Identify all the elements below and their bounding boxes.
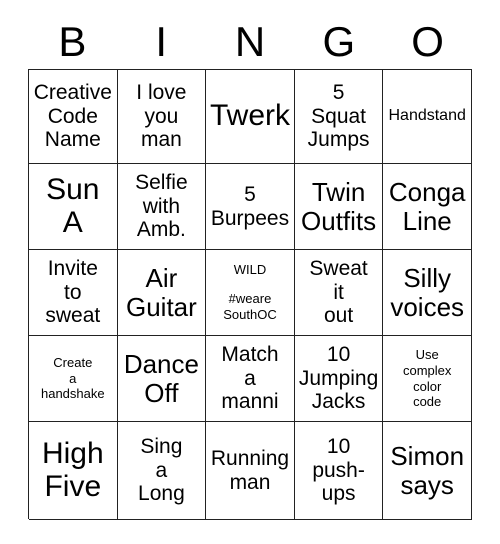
header-letter-i: I <box>155 17 168 65</box>
bingo-grid: Creative Code Name I love you man Twerk 5 S… <box>28 69 472 520</box>
bingo-cell[interactable]: Sweat it out <box>294 250 384 336</box>
bingo-cell-text: Handstand <box>388 107 466 125</box>
bingo-cell-text: High Five <box>41 437 104 503</box>
bingo-cell[interactable]: Twin Outfits <box>294 164 384 250</box>
bingo-cell[interactable]: High Five <box>29 422 118 520</box>
header-letter-b: B <box>58 17 87 65</box>
bingo-cell[interactable]: Selfie with Amb. <box>117 164 207 250</box>
bingo-cell-text: 10 Jumping Jacks <box>298 342 379 414</box>
bingo-header: B I N G O <box>28 14 472 69</box>
bingo-cell-text: I love you man <box>136 80 187 152</box>
bingo-cell[interactable]: Twerk <box>206 70 295 164</box>
bingo-cell[interactable]: Running man <box>206 422 295 520</box>
bingo-cell[interactable]: Air Guitar <box>117 250 207 336</box>
bingo-cell-text: Selfie with Amb. <box>135 170 188 242</box>
bingo-cell[interactable]: 10 Jumping Jacks <box>294 336 384 422</box>
bingo-cell[interactable]: Conga Line <box>383 164 472 250</box>
bingo-cell[interactable]: Invite to sweat <box>29 250 118 336</box>
bingo-cell-text: 5 Burpees <box>210 182 290 230</box>
bingo-cell-text: WILD #weare SouthOC <box>206 262 294 324</box>
bingo-cell-text: Air Guitar <box>125 262 197 322</box>
bingo-cell[interactable]: 5 Squat Jumps <box>294 70 384 164</box>
bingo-cell-text: 5 Squat Jumps <box>307 80 370 152</box>
wild-label: WILD <box>233 261 267 277</box>
bingo-cell-text: Sweat it out <box>309 256 368 328</box>
bingo-cell-text: Creative Code Name <box>33 80 112 152</box>
bingo-cell-text: Use complex color code <box>402 346 452 410</box>
bingo-cell[interactable]: 10 push- ups <box>294 422 384 520</box>
bingo-cell-text: Create a handshake <box>40 354 105 402</box>
bingo-cell-text: 10 push- ups <box>312 434 365 506</box>
bingo-cell[interactable]: Create a handshake <box>29 336 118 422</box>
header-letter-g: G <box>322 17 356 65</box>
bingo-cell[interactable]: Match a manni <box>206 336 295 422</box>
bingo-cell[interactable]: I love you man <box>117 70 207 164</box>
bingo-cell-text: Sun A <box>46 173 100 239</box>
bingo-cell-text: Twin Outfits <box>301 176 377 236</box>
bingo-cell-text: Invite to sweat <box>45 256 101 328</box>
bingo-cell[interactable]: Silly voices <box>383 250 472 336</box>
bingo-card: B I N G O Creative Code Name I love you m… <box>0 0 500 544</box>
bingo-cell[interactable]: Sun A <box>29 164 118 250</box>
bingo-cell-text: Running man <box>210 446 290 494</box>
bingo-cell[interactable]: Handstand <box>383 70 472 164</box>
wild-hashtag: #weare SouthOC <box>223 290 277 323</box>
bingo-cell-text: Match a manni <box>221 342 279 414</box>
bingo-cell-text: Simon says <box>390 440 465 500</box>
bingo-cell-text: Silly voices <box>390 262 465 322</box>
bingo-cell-text: Sing a Long <box>138 434 185 506</box>
bingo-cell-wild[interactable]: WILD #weare SouthOC <box>206 250 295 336</box>
bingo-cell[interactable]: 5 Burpees <box>206 164 295 250</box>
header-letter-n: N <box>234 17 266 65</box>
bingo-cell-text: Conga Line <box>388 176 466 236</box>
bingo-cell[interactable]: Simon says <box>383 422 472 520</box>
bingo-cell-text: Dance Off <box>123 348 199 408</box>
bingo-cell[interactable]: Dance Off <box>117 336 207 422</box>
bingo-cell[interactable]: Sing a Long <box>117 422 207 520</box>
bingo-cell-text: Twerk <box>209 99 290 133</box>
bingo-cell[interactable]: Use complex color code <box>383 336 472 422</box>
bingo-cell[interactable]: Creative Code Name <box>29 70 118 164</box>
header-letter-o: O <box>411 17 444 65</box>
